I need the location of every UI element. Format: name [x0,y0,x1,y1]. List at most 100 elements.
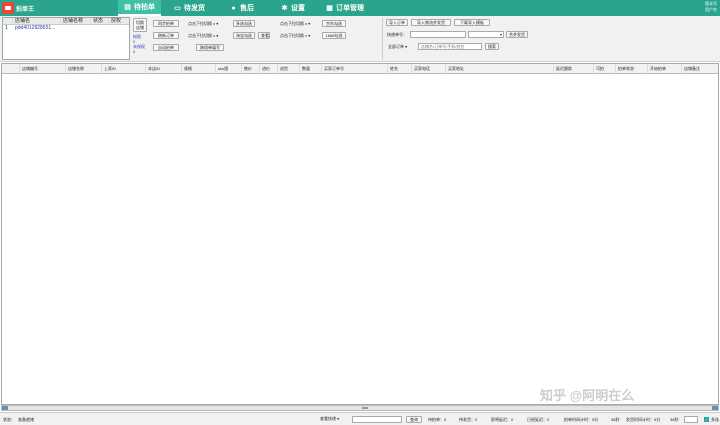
tracking-number-label: 快递单号： [387,32,407,37]
column-header[interactable]: 规格 [182,64,216,73]
document-icon: ▤ [124,3,131,11]
column-header[interactable]: 买家订单号 [322,64,388,73]
column-header[interactable]: 买家电话 [412,64,446,73]
toolbar-panel: 店铺名 店铺名称 状态 授权 1 pdd4012828651... 切换店铺 授… [0,16,720,62]
query-button[interactable]: 查看 [258,32,270,39]
column-header: 店铺名称 [61,18,91,24]
nav-tab-pending-order[interactable]: ▤ 待拍单 [118,0,161,16]
dropdown-select-2[interactable]: 点击下拉切换 x ▾ [186,32,220,39]
ship-timer: 发货时间计时：9分 [626,417,661,422]
taobao-select-button[interactable]: 淘宝勾选 [233,32,255,39]
column-header[interactable]: 进价 [260,64,278,73]
gear-icon: ✱ [281,4,288,12]
column-header[interactable]: 进货 [278,64,300,73]
chevron-down-icon: ▾ [337,416,340,421]
jd-select-button[interactable]: 京东勾选 [322,20,346,27]
chevron-down-icon: x ▾ [305,33,311,38]
multi-order-fill-button[interactable]: 跨境单填写 [196,44,224,51]
about-to-delay-count: 即将延迟：0 [491,417,514,422]
dropdown-select-1[interactable]: 点击下拉切换 x ▾ [186,20,220,27]
divider [382,18,383,60]
order-timer-seconds: 38秒 [611,417,620,422]
column-header: 授权 [111,18,122,24]
column-header[interactable]: sku图 [216,64,242,73]
order-filter-select[interactable]: 全部订单 ▾ [386,43,409,50]
multi-select-button[interactable]: 多选勾选 [233,20,255,27]
orders-table-header: 店铺编号 店铺名称 上家ID 本店ID 规格 sku图 售价 进价 进货 数量 … [2,64,718,74]
column-header[interactable]: 店铺名称 [66,64,102,73]
nav-tab-settings[interactable]: ✱ 设置 [275,0,311,16]
nav-tab-order-management[interactable]: ▦ 订单管理 [320,0,370,16]
chevron-down-icon: x ▾ [305,21,311,26]
download-template-button[interactable]: 下载导入模板 [454,19,490,26]
column-header: 状态 [91,18,109,24]
title-bar: 拍单王 ▤ 待拍单 ▭ 待发货 ● 售后 ✱ 设置 ▦ 订单管理 版本号 用户名 [0,0,720,16]
watermark: 知乎 @阿明在么 [540,388,635,403]
unauth-count: 0 [133,49,136,54]
sync-orders-button[interactable]: 同步拍单 [153,20,179,27]
column-header[interactable]: 店铺编号 [20,64,66,73]
nav-tab-pending-ship[interactable]: ▭ 待发货 [168,0,211,16]
import-orders-button[interactable]: 导入订单 [386,19,408,26]
delayed-count: 已经延迟：0 [527,417,550,422]
express-filter-select[interactable]: 查看快递 ▾ [318,415,341,422]
truck-icon: ▭ [174,4,181,12]
orders-table[interactable]: 店铺编号 店铺名称 上家ID 本店ID 规格 sku图 售价 进价 进货 数量 … [1,63,719,405]
chevron-down-icon: ▾ [405,44,408,49]
nav-tab-label: 订单管理 [336,5,364,12]
chevron-down-icon: x ▾ [213,33,219,38]
dropdown-select-3[interactable]: 点击下拉切换 x ▾ [278,20,312,27]
status-label: 状态： [3,417,15,422]
nav-tab-label: 售后 [240,5,254,12]
column-header[interactable]: 开始拍单 [648,64,682,73]
chat-icon: ● [231,4,236,12]
nav-tab-aftersale[interactable]: ● 售后 [224,0,260,16]
nav-tab-label: 设置 [291,5,305,12]
tracking-number-input[interactable] [410,31,466,38]
column-header[interactable]: 本店ID [146,64,182,73]
chevron-down-icon: ▾ [499,32,502,37]
order-timer: 拍单时间计时：5分 [564,417,599,422]
column-header[interactable]: 延迟跟踪 [554,64,594,73]
column-header[interactable]: 买家地址 [446,64,554,73]
status-value: 准备就绪 [18,417,34,422]
column-header: 店铺名 [13,18,61,24]
horizontal-scrollbar[interactable] [1,405,719,411]
search-button[interactable]: 搜索 [485,43,499,50]
column-header[interactable]: 姓名 [388,64,412,73]
order-search-input[interactable]: 店铺名/订单号/手机/姓名 [418,43,482,50]
column-header[interactable]: 数量 [300,64,322,73]
status-search-input[interactable] [352,416,402,423]
column-header[interactable]: 售价 [242,64,260,73]
version-info: 版本号 用户名 [705,1,717,12]
ship-timer-seconds: 38秒 [670,417,679,422]
status-query-button[interactable]: 查询 [406,416,422,423]
scroll-left-icon[interactable] [2,406,8,410]
app-name: 拍单王 [16,7,35,13]
multi-select-label: 多选 [711,417,719,422]
multi-select-checkbox[interactable]: ✓ [704,417,709,422]
auto-order-button[interactable]: 自动拍单 [153,44,179,51]
pending-order-count: 待拍单：0 [428,417,447,422]
select-1688-button[interactable]: 1688勾选 [322,32,346,39]
nav-tab-label: 待拍单 [134,4,155,11]
column-header[interactable]: 上家ID [102,64,146,73]
store-row[interactable]: 1 pdd4012828651... [3,25,129,32]
column-header[interactable]: 拍单状态 [616,64,648,73]
pending-ship-count: 待发货：0 [459,417,478,422]
import-logistics-button[interactable]: 导入物流并发货 [411,19,451,26]
scrollbar-thumb[interactable] [362,407,368,409]
scroll-right-icon[interactable] [712,406,718,410]
refresh-orders-button[interactable]: 刷新订单 [153,32,179,39]
courier-select[interactable]: ▾ [468,31,504,38]
column-header[interactable]: 店铺备注 [682,64,716,73]
dropdown-select-4[interactable]: 点击下拉切换 x ▾ [278,32,312,39]
timer-select[interactable] [684,416,698,423]
store-list-header: 店铺名 店铺名称 状态 授权 [3,18,129,25]
column-header[interactable]: 可拍 [594,64,616,73]
switch-store-button[interactable]: 切换店铺 [133,18,147,32]
store-name: pdd4012828651... [15,25,56,31]
nav-tab-label: 待发货 [184,5,205,12]
status-bar: 状态： 准备就绪 查看快递 ▾ 查询 待拍单：0 待发货：0 即将延迟：0 已经… [0,412,720,425]
merge-ship-button[interactable]: 合并发货 [506,31,528,38]
